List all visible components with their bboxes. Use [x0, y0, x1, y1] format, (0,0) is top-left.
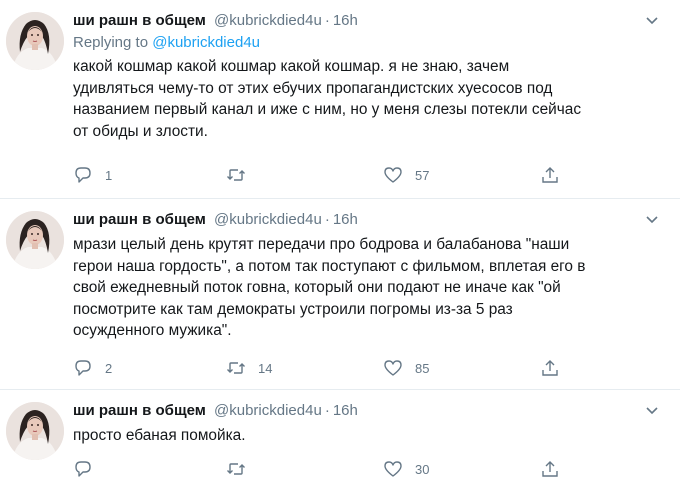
- share-icon: [542, 360, 558, 376]
- retweet-count: 14: [258, 360, 273, 376]
- tweet-text: просто ебаная помойка.: [73, 427, 246, 444]
- tweet-thread: ши рашн в общем @kubrickdied4u · 16h Reply…: [0, 0, 680, 493]
- tweet-text: мрази целый день крутят передачи про бод…: [73, 236, 586, 339]
- reply-count: 1: [105, 167, 113, 183]
- tweet-header: ши рашн в общем @kubrickdied4u · 16h: [73, 400, 666, 422]
- chevron-down-icon[interactable]: [644, 209, 660, 231]
- retweet-icon: [227, 362, 245, 374]
- share-button[interactable]: [540, 356, 560, 380]
- reply-button[interactable]: 1: [73, 163, 112, 187]
- retweet-icon: [227, 463, 245, 475]
- like-button[interactable]: 85: [383, 356, 429, 380]
- heart-icon: [384, 167, 402, 183]
- like-count: 85: [415, 360, 430, 376]
- avatar[interactable]: [6, 402, 64, 460]
- timestamp[interactable]: 16h: [333, 211, 358, 228]
- separator-dot: ·: [324, 211, 330, 228]
- tweet-header: ши рашн в общем @kubrickdied4u · 16h: [73, 10, 666, 32]
- reply-count: 2: [105, 360, 113, 376]
- replying-to: Replying to @kubrickdied4u: [73, 33, 666, 53]
- handle[interactable]: @kubrickdied4u: [214, 12, 322, 29]
- handle[interactable]: @kubrickdied4u: [214, 402, 322, 419]
- tweet[interactable]: ши рашн в общем @kubrickdied4u · 16h прост…: [0, 390, 680, 493]
- display-name[interactable]: ши рашн в общем: [73, 211, 206, 228]
- reply-icon: [75, 167, 91, 183]
- share-icon: [542, 461, 558, 477]
- reply-icon: [75, 461, 91, 477]
- retweet-button[interactable]: [226, 163, 258, 187]
- separator-dot: ·: [324, 12, 330, 29]
- retweet-icon: [227, 169, 245, 181]
- avatar[interactable]: [6, 12, 64, 70]
- chevron-down-icon[interactable]: [644, 10, 660, 32]
- separator-dot: ·: [324, 402, 330, 419]
- share-icon: [542, 167, 558, 183]
- tweet-actions: 2 14 85: [73, 356, 593, 380]
- timestamp[interactable]: 16h: [333, 402, 358, 419]
- heart-icon: [384, 360, 402, 376]
- handle[interactable]: @kubrickdied4u: [214, 211, 322, 228]
- share-button[interactable]: [540, 163, 560, 187]
- reply-icon: [75, 360, 91, 376]
- tweet-text: какой кошмар какой кошмар какой кошмар. …: [73, 58, 582, 140]
- like-count: 30: [415, 461, 430, 477]
- tweet[interactable]: ши рашн в общем @kubrickdied4u · 16h Reply…: [0, 0, 680, 199]
- replying-to-mention[interactable]: @kubrickdied4u: [152, 34, 260, 51]
- share-button[interactable]: [540, 457, 560, 481]
- replying-to-label: Replying to: [73, 34, 149, 51]
- retweet-button[interactable]: 14: [226, 356, 272, 380]
- reply-button[interactable]: 2: [73, 356, 112, 380]
- display-name[interactable]: ши рашн в общем: [73, 402, 206, 419]
- reply-button[interactable]: [73, 457, 105, 481]
- like-button[interactable]: 57: [383, 163, 429, 187]
- tweet[interactable]: ши рашн в общем @kubrickdied4u · 16h мрази…: [0, 199, 680, 390]
- like-button[interactable]: 30: [383, 457, 429, 481]
- heart-icon: [384, 461, 402, 477]
- tweet-header: ши рашн в общем @kubrickdied4u · 16h: [73, 209, 666, 231]
- like-count: 57: [415, 167, 430, 183]
- tweet-actions: 1 57: [73, 163, 593, 187]
- tweet-actions: 30: [73, 457, 593, 481]
- display-name[interactable]: ши рашн в общем: [73, 12, 206, 29]
- timestamp[interactable]: 16h: [333, 12, 358, 29]
- retweet-button[interactable]: [226, 457, 258, 481]
- chevron-down-icon[interactable]: [644, 400, 660, 422]
- avatar[interactable]: [6, 211, 64, 269]
